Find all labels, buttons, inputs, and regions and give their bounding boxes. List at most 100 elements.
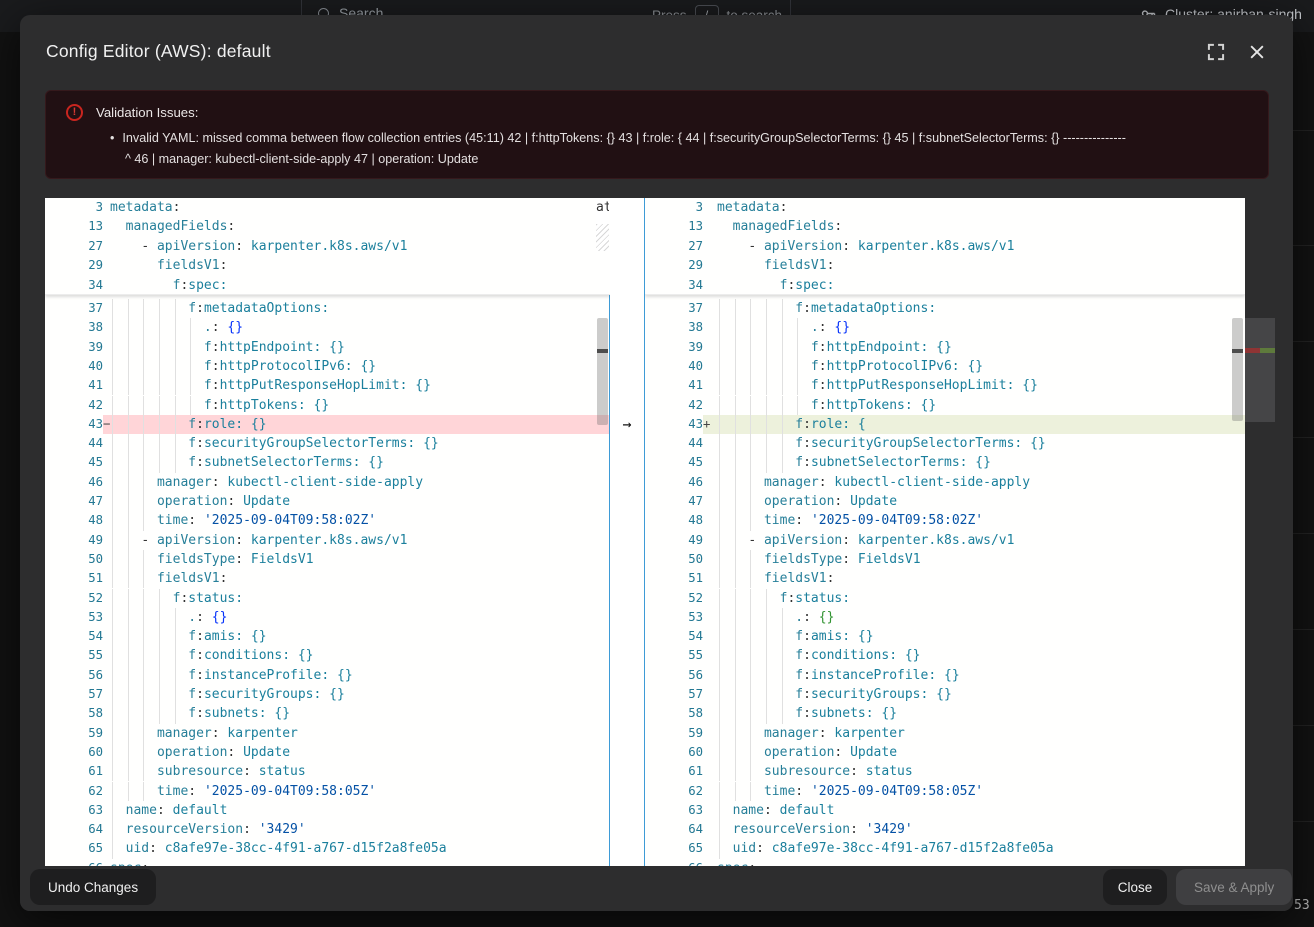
bullet: •	[110, 131, 114, 145]
line-number: 29	[45, 256, 103, 275]
code-line: 29 fieldsV1:	[45, 256, 610, 275]
line-number: 29	[645, 256, 703, 275]
line-number: 43	[45, 415, 103, 434]
code-text: f:httpTokens: {}	[110, 396, 329, 415]
line-number: 39	[645, 338, 703, 357]
code-line: 39 f:httpEndpoint: {}	[645, 338, 1245, 357]
code-text: f:subnetSelectorTerms: {}	[110, 453, 384, 472]
modified-scrollbar-thumb[interactable]	[1232, 318, 1243, 421]
code-text: f:httpPutResponseHopLimit: {}	[717, 376, 1038, 395]
line-number: 45	[45, 453, 103, 472]
code-line: 63 name: default	[645, 801, 1245, 820]
code-line: 27 - apiVersion: karpenter.k8s.aws/v1	[45, 237, 610, 256]
line-number: 51	[45, 569, 103, 588]
line-number: 61	[45, 762, 103, 781]
code-line: 56 f:instanceProfile: {}	[645, 666, 1245, 685]
alert-message-line2: ^ 46 | manager: kubectl-client-side-appl…	[110, 149, 1260, 170]
line-number: 47	[645, 492, 703, 511]
code-line: 61 subresource: status	[645, 762, 1245, 781]
code-text: spec:	[110, 859, 149, 866]
line-number: 52	[45, 589, 103, 608]
code-line: 48 time: '2025-09-04T09:58:02Z'	[45, 511, 610, 530]
code-line: 65 uid: c8afe97e-38cc-4f91-a767-d15f2a8f…	[645, 839, 1245, 858]
code-text: manager: kubectl-client-side-apply	[110, 473, 423, 492]
revert-change-arrow-icon[interactable]: →	[610, 415, 644, 434]
close-dialog-button[interactable]	[1245, 41, 1269, 65]
line-number: 42	[645, 396, 703, 415]
line-number: 54	[645, 627, 703, 646]
code-line: 58 f:subnets: {}	[645, 704, 1245, 723]
code-line: 29 fieldsV1:	[645, 256, 1245, 275]
yaml-diff-editor[interactable]: 3metadata:13 managedFields:27 - apiVersi…	[45, 198, 1245, 866]
original-scrollbar-thumb[interactable]	[597, 318, 608, 425]
code-text: f:securityGroupSelectorTerms: {}	[110, 434, 439, 453]
code-text: - apiVersion: karpenter.k8s.aws/v1	[110, 531, 407, 550]
code-text: f:amis: {}	[110, 627, 267, 646]
code-line: 64 resourceVersion: '3429'	[645, 820, 1245, 839]
line-number: 46	[45, 473, 103, 492]
code-line: 44 f:securityGroupSelectorTerms: {}	[45, 434, 610, 453]
clipped-cell-text: 53	[1294, 898, 1310, 913]
code-text: time: '2025-09-04T09:58:02Z'	[110, 511, 376, 530]
line-number: 57	[645, 685, 703, 704]
code-line: 43− f:role: {}	[45, 415, 610, 434]
code-line: 47 operation: Update	[645, 492, 1245, 511]
code-text: fieldsType: FieldsV1	[110, 550, 314, 569]
code-line: 51 fieldsV1:	[645, 569, 1245, 588]
code-line: 55 f:conditions: {}	[645, 646, 1245, 665]
code-line: 66 spec:	[45, 859, 610, 866]
line-number: 41	[45, 376, 103, 395]
code-line: 62 time: '2025-09-04T09:58:05Z'	[45, 782, 610, 801]
close-button[interactable]: Close	[1103, 869, 1167, 905]
diff-modified-pane[interactable]: 3metadata:13 managedFields:27 - apiVersi…	[645, 198, 1245, 866]
line-number: 49	[45, 531, 103, 550]
code-text: f:status:	[717, 589, 850, 608]
code-text: managedFields:	[110, 217, 235, 236]
line-number: 41	[645, 376, 703, 395]
line-number: 38	[645, 318, 703, 337]
line-number: 27	[45, 237, 103, 256]
line-number: 54	[45, 627, 103, 646]
code-text: fieldsV1:	[110, 569, 227, 588]
line-number: 39	[45, 338, 103, 357]
save-apply-button[interactable]: Save & Apply	[1176, 869, 1292, 905]
undo-changes-button[interactable]: Undo Changes	[30, 869, 156, 905]
diff-original-pane[interactable]: 3metadata:13 managedFields:27 - apiVersi…	[45, 198, 610, 866]
code-line: 63 name: default	[45, 801, 610, 820]
line-number: 53	[645, 608, 703, 627]
code-text: spec:	[717, 859, 756, 866]
code-line: 59 manager: karpenter	[45, 724, 610, 743]
clipped-text-artifact: at	[596, 198, 609, 224]
code-line: 43+ f:role: {	[645, 415, 1245, 434]
code-line: 66spec:	[645, 859, 1245, 866]
dialog-footer: Undo Changes Close Save & Apply	[20, 866, 1293, 911]
code-text: operation: Update	[717, 743, 897, 762]
code-text: operation: Update	[717, 492, 897, 511]
overview-ruler-slider[interactable]	[1245, 318, 1275, 422]
line-number: 66	[45, 859, 103, 866]
code-text: f:subnets: {}	[110, 704, 290, 723]
code-line: 49 - apiVersion: karpenter.k8s.aws/v1	[645, 531, 1245, 550]
code-text: time: '2025-09-04T09:58:05Z'	[717, 782, 983, 801]
line-number: 44	[45, 434, 103, 453]
code-text: .: {}	[717, 608, 834, 627]
fullscreen-button[interactable]	[1204, 41, 1228, 65]
line-number: 27	[645, 237, 703, 256]
line-number: 62	[45, 782, 103, 801]
modified-scrollbar-diff-mark	[1232, 349, 1243, 353]
line-number: 59	[45, 724, 103, 743]
line-number: 65	[45, 839, 103, 858]
line-number: 55	[45, 646, 103, 665]
code-text: metadata:	[717, 198, 787, 217]
diff-editor-sash[interactable]: →	[609, 198, 645, 866]
code-text: f:httpEndpoint: {}	[717, 338, 952, 357]
code-line: 46 manager: kubectl-client-side-apply	[645, 473, 1245, 492]
code-line: 60 operation: Update	[45, 743, 610, 762]
diff-sign: +	[703, 415, 715, 434]
code-text: fieldsV1:	[717, 569, 834, 588]
code-line: 45 f:subnetSelectorTerms: {}	[45, 453, 610, 472]
code-line: 41 f:httpPutResponseHopLimit: {}	[645, 376, 1245, 395]
line-number: 57	[45, 685, 103, 704]
code-text: f:subnetSelectorTerms: {}	[717, 453, 991, 472]
alert-message-line1: Invalid YAML: missed comma between flow …	[122, 131, 1126, 145]
